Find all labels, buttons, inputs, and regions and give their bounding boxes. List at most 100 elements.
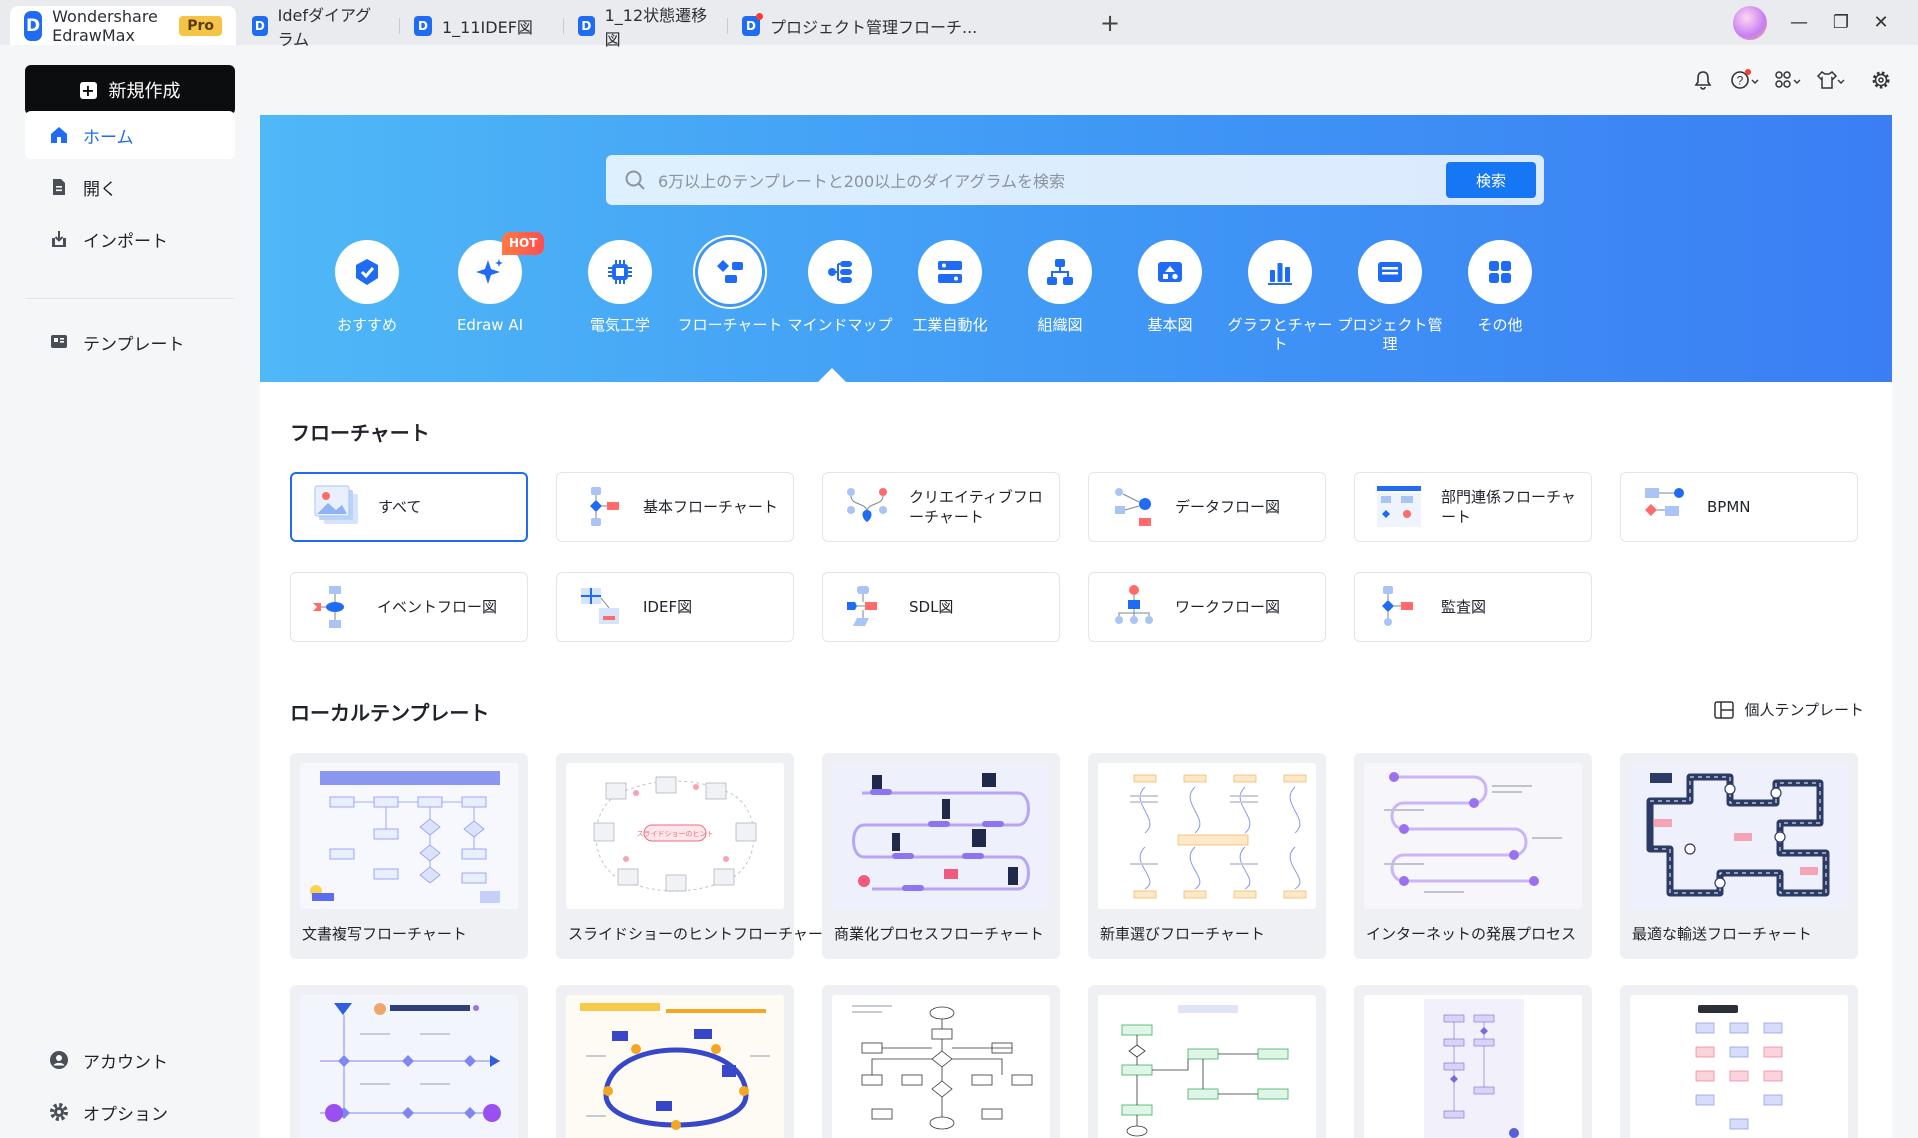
category-electrical[interactable]: 電気工学 xyxy=(565,240,675,335)
category-others[interactable]: その他 xyxy=(1445,240,1555,335)
subtype-creative-flowchart[interactable]: クリエイティブフローチャート xyxy=(822,472,1060,542)
template-card[interactable]: スライドショーのヒント スライドショーのヒントフローチャート xyxy=(556,753,838,959)
template-name: スライドショーのヒントフローチャート xyxy=(568,925,838,943)
home-icon xyxy=(51,127,67,143)
subtype-all[interactable]: すべて xyxy=(290,472,528,542)
template-name: 新車選びフローチャート xyxy=(1100,925,1265,943)
search-input[interactable]: 6万以上のテンプレートと200以上のダイアグラムを検索 xyxy=(658,168,1446,192)
apps-grid-icon[interactable] xyxy=(1774,67,1804,93)
personal-templates-link[interactable]: 個人テンプレート xyxy=(1714,699,1864,720)
sidebar-item-open[interactable]: 開く xyxy=(25,163,235,211)
sidebar-item-label: インポート xyxy=(83,231,168,252)
sidebar-item-label: オプション xyxy=(83,1104,168,1125)
subtype-idef[interactable]: IDEF図 xyxy=(556,572,794,642)
template-name: 文書複写フローチャート xyxy=(302,925,467,943)
sidebar-item-templates[interactable]: テンプレート xyxy=(25,318,235,366)
subtype-audit[interactable]: 監査図 xyxy=(1354,572,1592,642)
subtype-data-flow[interactable]: データフロー図 xyxy=(1088,472,1326,542)
new-document-button[interactable]: + 新規作成 xyxy=(25,65,235,115)
template-card[interactable] xyxy=(822,985,1060,1138)
help-icon[interactable]: ? xyxy=(1730,67,1760,93)
org-chart-icon xyxy=(1028,240,1092,304)
template-card[interactable] xyxy=(1620,985,1858,1138)
bell-icon[interactable] xyxy=(1688,67,1718,93)
template-card[interactable] xyxy=(556,985,794,1138)
bpmn-icon xyxy=(1645,488,1684,516)
template-thumbnail: スライドショーのヒント xyxy=(566,763,784,909)
tab-label: Idefダイアグラム xyxy=(277,5,372,49)
subtype-workflow[interactable]: ワークフロー図 xyxy=(1088,572,1326,642)
user-avatar[interactable] xyxy=(1733,6,1767,40)
template-thumbnail xyxy=(566,995,784,1138)
template-card[interactable] xyxy=(290,985,528,1138)
document-icon: D xyxy=(414,15,432,36)
subtype-bpmn[interactable]: BPMN xyxy=(1620,472,1858,542)
section-title: フローチャート xyxy=(290,421,430,445)
category-basic-diagram[interactable]: 基本図 xyxy=(1115,240,1225,335)
template-name: 最適な輸送フローチャート xyxy=(1632,925,1812,943)
template-thumbnail xyxy=(1630,763,1848,909)
category-org-chart[interactable]: 組織図 xyxy=(1005,240,1115,335)
project-management-icon xyxy=(1358,240,1422,304)
sidebar-item-import[interactable]: インポート xyxy=(25,215,235,263)
sidebar-item-account[interactable]: アカウント xyxy=(25,1036,235,1084)
category-graphs-charts[interactable]: グラフとチャート xyxy=(1225,240,1335,354)
tab-document[interactable]: D 1_12状態遷移図 xyxy=(564,6,728,49)
audit-icon xyxy=(1382,586,1413,626)
template-card[interactable]: インターネットの発展プロセス xyxy=(1354,753,1592,959)
subtype-label: 監査図 xyxy=(1441,598,1487,616)
sidebar-item-label: テンプレート xyxy=(83,334,185,355)
search-button[interactable]: 検索 xyxy=(1446,162,1536,198)
minimize-button[interactable]: — xyxy=(1784,8,1814,36)
sidebar-item-home[interactable]: ホーム xyxy=(25,111,235,159)
account-icon xyxy=(50,1051,68,1069)
template-thumbnail xyxy=(1364,995,1582,1138)
subtype-cross-functional[interactable]: 部門連係フローチャート xyxy=(1354,472,1592,542)
basic-diagram-icon xyxy=(1138,240,1202,304)
search-bar[interactable]: 6万以上のテンプレートと200以上のダイアグラムを検索 検索 xyxy=(606,155,1544,205)
new-tab-button[interactable]: + xyxy=(1100,9,1120,37)
category-recommended[interactable]: おすすめ xyxy=(312,240,422,335)
subtype-event-flow[interactable]: イベントフロー図 xyxy=(290,572,528,642)
active-category-pointer xyxy=(818,368,846,382)
category-edraw-ai[interactable]: Edraw AI HOT xyxy=(435,232,545,335)
pro-badge: Pro xyxy=(179,15,222,36)
creative-flowchart-icon xyxy=(847,488,887,522)
subtype-basic-flowchart[interactable]: 基本フローチャート xyxy=(556,472,794,542)
close-button[interactable]: ✕ xyxy=(1866,8,1896,36)
template-card[interactable] xyxy=(1354,985,1592,1138)
category-project-management[interactable]: プロジェクト管理 xyxy=(1335,240,1445,354)
tab-document[interactable]: D Idefダイアグラム xyxy=(238,6,400,49)
tab-document[interactable]: D 1_11IDEF図 xyxy=(400,6,564,45)
sdl-icon xyxy=(847,586,877,626)
subtype-label: データフロー図 xyxy=(1175,498,1281,516)
subtype-label: BPMN xyxy=(1707,498,1751,516)
category-label: 基本図 xyxy=(1147,316,1193,334)
skin-shirt-icon[interactable] xyxy=(1816,67,1846,93)
new-button-label: 新規作成 xyxy=(108,81,181,102)
main-content: 6万以上のテンプレートと200以上のダイアグラムを検索 検索 おすすめ Edra… xyxy=(260,115,1892,1138)
svg-text:スライドショーのヒント: スライドショーのヒント xyxy=(637,830,714,838)
sidebar-item-options[interactable]: オプション xyxy=(25,1088,235,1136)
category-label: その他 xyxy=(1477,316,1523,334)
settings-gear-icon[interactable] xyxy=(1866,67,1896,93)
template-card[interactable]: 新車選びフローチャート xyxy=(1088,753,1326,959)
svg-text:?: ? xyxy=(1737,74,1744,88)
category-flowchart[interactable]: フローチャート xyxy=(675,240,785,335)
tab-label: 1_12状態遷移図 xyxy=(604,5,708,49)
template-card[interactable] xyxy=(1088,985,1326,1138)
template-card[interactable]: 商業化プロセスフローチャート xyxy=(822,753,1060,959)
import-icon xyxy=(52,231,66,247)
category-industrial-automation[interactable]: 工業自動化 xyxy=(895,240,1005,335)
subtype-sdl[interactable]: SDL図 xyxy=(822,572,1060,642)
tab-document[interactable]: D プロジェクト管理フローチ... xyxy=(728,6,1086,45)
all-templates-icon xyxy=(314,485,358,524)
category-label: マインドマップ xyxy=(787,316,893,334)
template-card[interactable]: 最適な輸送フローチャート xyxy=(1620,753,1858,959)
tab-home[interactable]: D Wondershare EdrawMax Pro xyxy=(10,6,236,45)
maximize-button[interactable]: ❐ xyxy=(1826,8,1856,36)
category-mindmap[interactable]: マインドマップ xyxy=(785,240,895,335)
subtype-label: ワークフロー図 xyxy=(1175,598,1281,616)
template-card[interactable]: 文書複写フローチャート xyxy=(290,753,528,959)
personal-templates-label: 個人テンプレート xyxy=(1744,701,1864,719)
